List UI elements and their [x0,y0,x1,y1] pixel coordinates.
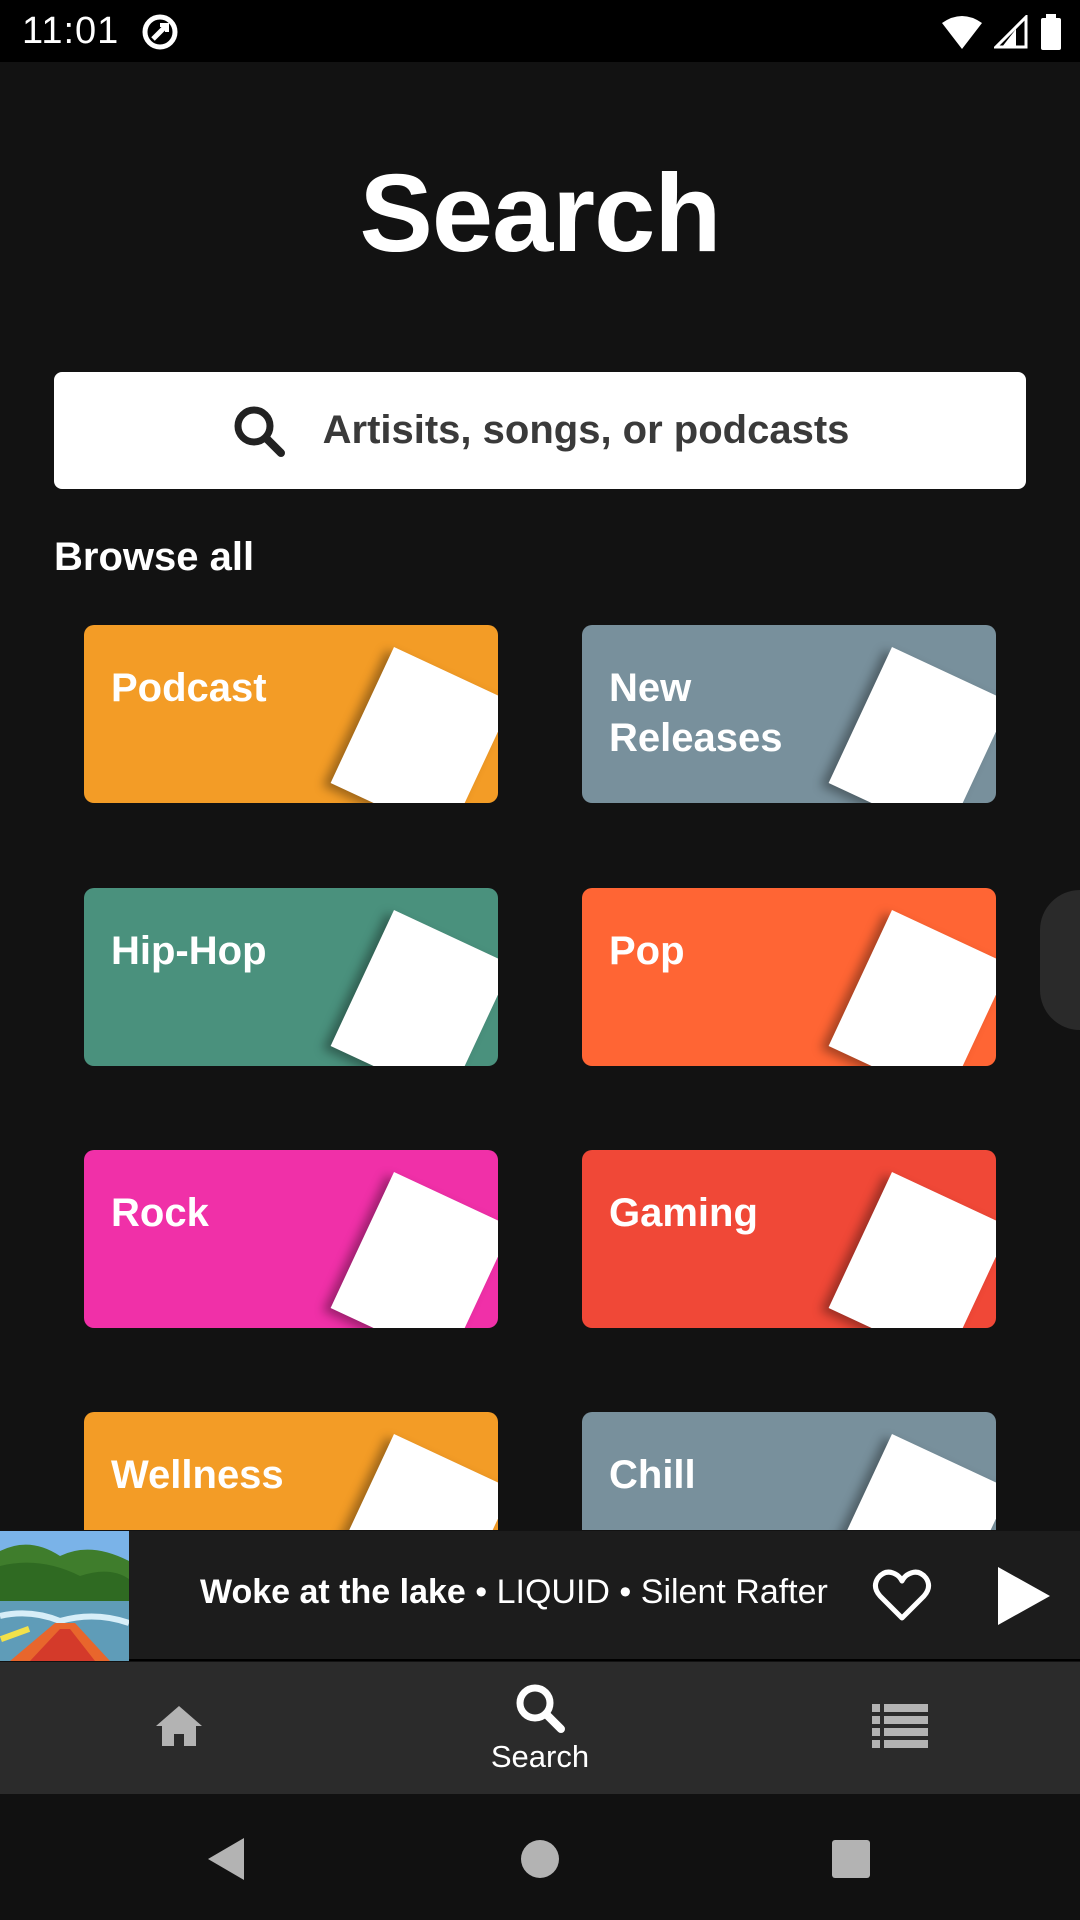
category-label: Rock [111,1191,209,1235]
category-label: Podcast [111,666,267,710]
nav-search[interactable]: Search [440,1662,640,1794]
category-tile-rock[interactable]: Rock [84,1150,498,1328]
category-label: Pop [609,929,685,973]
nav-library[interactable] [800,1662,1000,1794]
heart-icon[interactable] [870,1563,934,1627]
category-tile-new-releases[interactable]: New Releases [582,625,996,803]
search-icon [516,1684,565,1733]
category-tile-hip-hop[interactable]: Hip-Hop [84,888,498,1066]
nav-home[interactable] [79,1662,279,1794]
category-tile-podcast[interactable]: Podcast [84,625,498,803]
home-icon [156,1706,202,1746]
nav-label: Search [490,1739,590,1774]
category-label: Gaming [609,1191,758,1235]
library-icon [872,1704,928,1748]
now-playing-album: LIQUID [496,1573,610,1611]
home-circle-icon[interactable] [515,1834,565,1884]
separator: • [609,1573,641,1611]
category-grid: Podcast New Releases Hip-Hop Pop Rock Ga… [0,0,1080,1530]
category-label: Hip-Hop [111,929,267,973]
now-playing-bar[interactable]: Woke at the lake • LIQUID • Silent Rafte… [0,1531,1080,1661]
album-art [0,1531,129,1661]
now-playing-artist: Silent Rafter [640,1573,828,1611]
category-label: Wellness [111,1453,284,1497]
recents-icon[interactable] [826,1834,876,1884]
now-playing-text: Woke at the lake • LIQUID • Silent Rafte… [200,1573,828,1612]
category-label: Chill [609,1453,696,1497]
category-tile-gaming[interactable]: Gaming [582,1150,996,1328]
system-navigation-bar [0,1794,1080,1920]
back-icon[interactable] [202,1834,252,1884]
category-tile-wellness[interactable]: Wellness [84,1412,498,1530]
category-label: New Releases [609,666,783,760]
category-tile-pop[interactable]: Pop [582,888,996,1066]
separator: • [465,1573,497,1611]
now-playing-song: Woke at the lake [200,1573,466,1611]
category-tile-chill[interactable]: Chill [582,1412,996,1530]
bottom-navigation: Search [0,1662,1080,1794]
play-icon[interactable] [988,1561,1058,1631]
scroll-handle[interactable] [1040,890,1080,1030]
